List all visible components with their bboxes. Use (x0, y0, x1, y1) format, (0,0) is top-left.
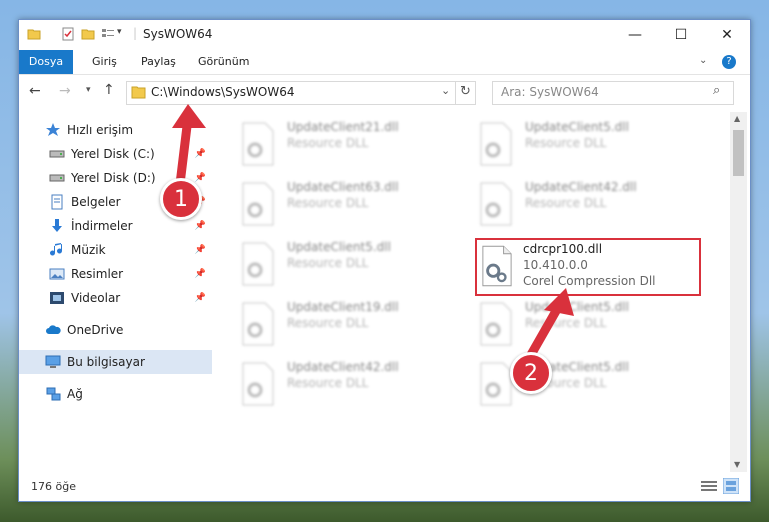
step-badge-2: 2 (510, 352, 552, 394)
arrow-head-1 (172, 104, 206, 128)
step-badge-1: 1 (160, 178, 202, 220)
annotation-arrows (172, 104, 574, 365)
arrow-head-2 (544, 288, 574, 316)
